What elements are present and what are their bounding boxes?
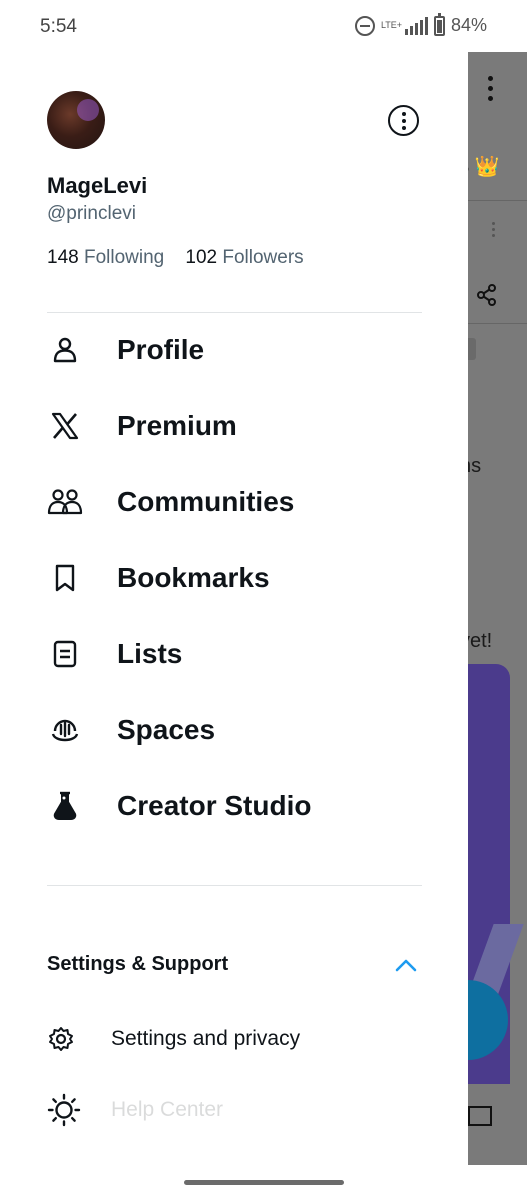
menu-item-spaces[interactable]: Spaces	[47, 702, 427, 758]
spaces-icon	[47, 712, 83, 748]
signal-icon	[404, 16, 428, 35]
followers-count: 102	[185, 247, 218, 268]
battery-percent: 84%	[450, 15, 487, 35]
overflow-menu-icon	[486, 76, 496, 106]
menu-label: Lists	[117, 638, 183, 669]
settings-label: Settings and privacy	[111, 1027, 301, 1050]
menu-label: Creator Studio	[117, 790, 312, 821]
background-divider	[468, 200, 527, 201]
menu-label: Profile	[117, 334, 205, 365]
followers-link[interactable]: 102 Followers	[185, 247, 303, 268]
settings-support-heading[interactable]: Settings & Support	[47, 953, 228, 976]
background-text: S 👑	[468, 156, 500, 178]
flask-icon	[47, 788, 83, 824]
messages-icon	[468, 1106, 492, 1126]
x-logo-icon	[47, 408, 83, 444]
divider	[47, 885, 422, 886]
share-icon	[477, 284, 496, 306]
user-handle: @princlevi	[47, 203, 136, 224]
follow-stats: 148 Following 102 Followers	[47, 247, 304, 269]
menu-item-premium[interactable]: Premium	[47, 398, 427, 454]
menu-item-profile[interactable]: Profile	[47, 322, 427, 378]
background-divider	[468, 323, 527, 324]
menu-item-bookmarks[interactable]: Bookmarks	[47, 550, 427, 606]
communities-icon	[47, 484, 83, 520]
system-nav-bar	[0, 1165, 527, 1200]
menu-label: Bookmarks	[117, 562, 270, 593]
more-options-button[interactable]	[388, 105, 419, 136]
divider	[47, 312, 422, 313]
lightbulb-icon	[47, 1093, 81, 1127]
background-app-scrim[interactable]: S 👑 u ns yet!	[468, 52, 527, 1165]
network-type: LTE+	[380, 20, 403, 30]
status-bar: 5:54 LTE+ 84%	[0, 0, 527, 52]
background-text: ns	[468, 455, 482, 477]
background-chip	[468, 338, 476, 360]
menu-item-creator-studio[interactable]: Creator Studio	[47, 778, 427, 834]
settings-and-privacy-item[interactable]: Settings and privacy	[47, 1019, 427, 1059]
chevron-up-icon[interactable]	[392, 952, 420, 980]
background-text: yet!	[468, 630, 493, 652]
background-dots-icon	[492, 222, 498, 237]
menu-label: Spaces	[117, 714, 216, 745]
following-link[interactable]: 148 Following	[47, 247, 164, 268]
avatar[interactable]	[47, 91, 105, 149]
battery-icon	[433, 12, 445, 36]
menu-label: Communities	[117, 486, 295, 517]
help-center-label: Help Center	[111, 1098, 224, 1121]
following-count: 148	[47, 247, 79, 268]
following-label: Following	[83, 247, 165, 268]
list-icon	[47, 636, 83, 672]
person-icon	[47, 332, 83, 368]
status-time: 5:54	[40, 16, 77, 37]
display-name[interactable]: MageLevi	[47, 173, 147, 199]
home-indicator[interactable]	[184, 1180, 344, 1185]
background-text: u	[468, 366, 469, 389]
gear-icon	[49, 1027, 73, 1051]
status-icons: LTE+ 84%	[354, 12, 487, 36]
help-center-item[interactable]: Help Center	[47, 1090, 427, 1130]
do-not-disturb-icon	[354, 15, 375, 36]
bookmark-icon	[47, 560, 83, 596]
followers-label: Followers	[222, 247, 304, 268]
menu-item-communities[interactable]: Communities	[47, 474, 427, 530]
menu-label: Premium	[117, 410, 237, 441]
menu-item-lists[interactable]: Lists	[47, 626, 427, 682]
navigation-drawer: MageLevi @princlevi 148 Following 102 Fo…	[0, 52, 468, 1165]
